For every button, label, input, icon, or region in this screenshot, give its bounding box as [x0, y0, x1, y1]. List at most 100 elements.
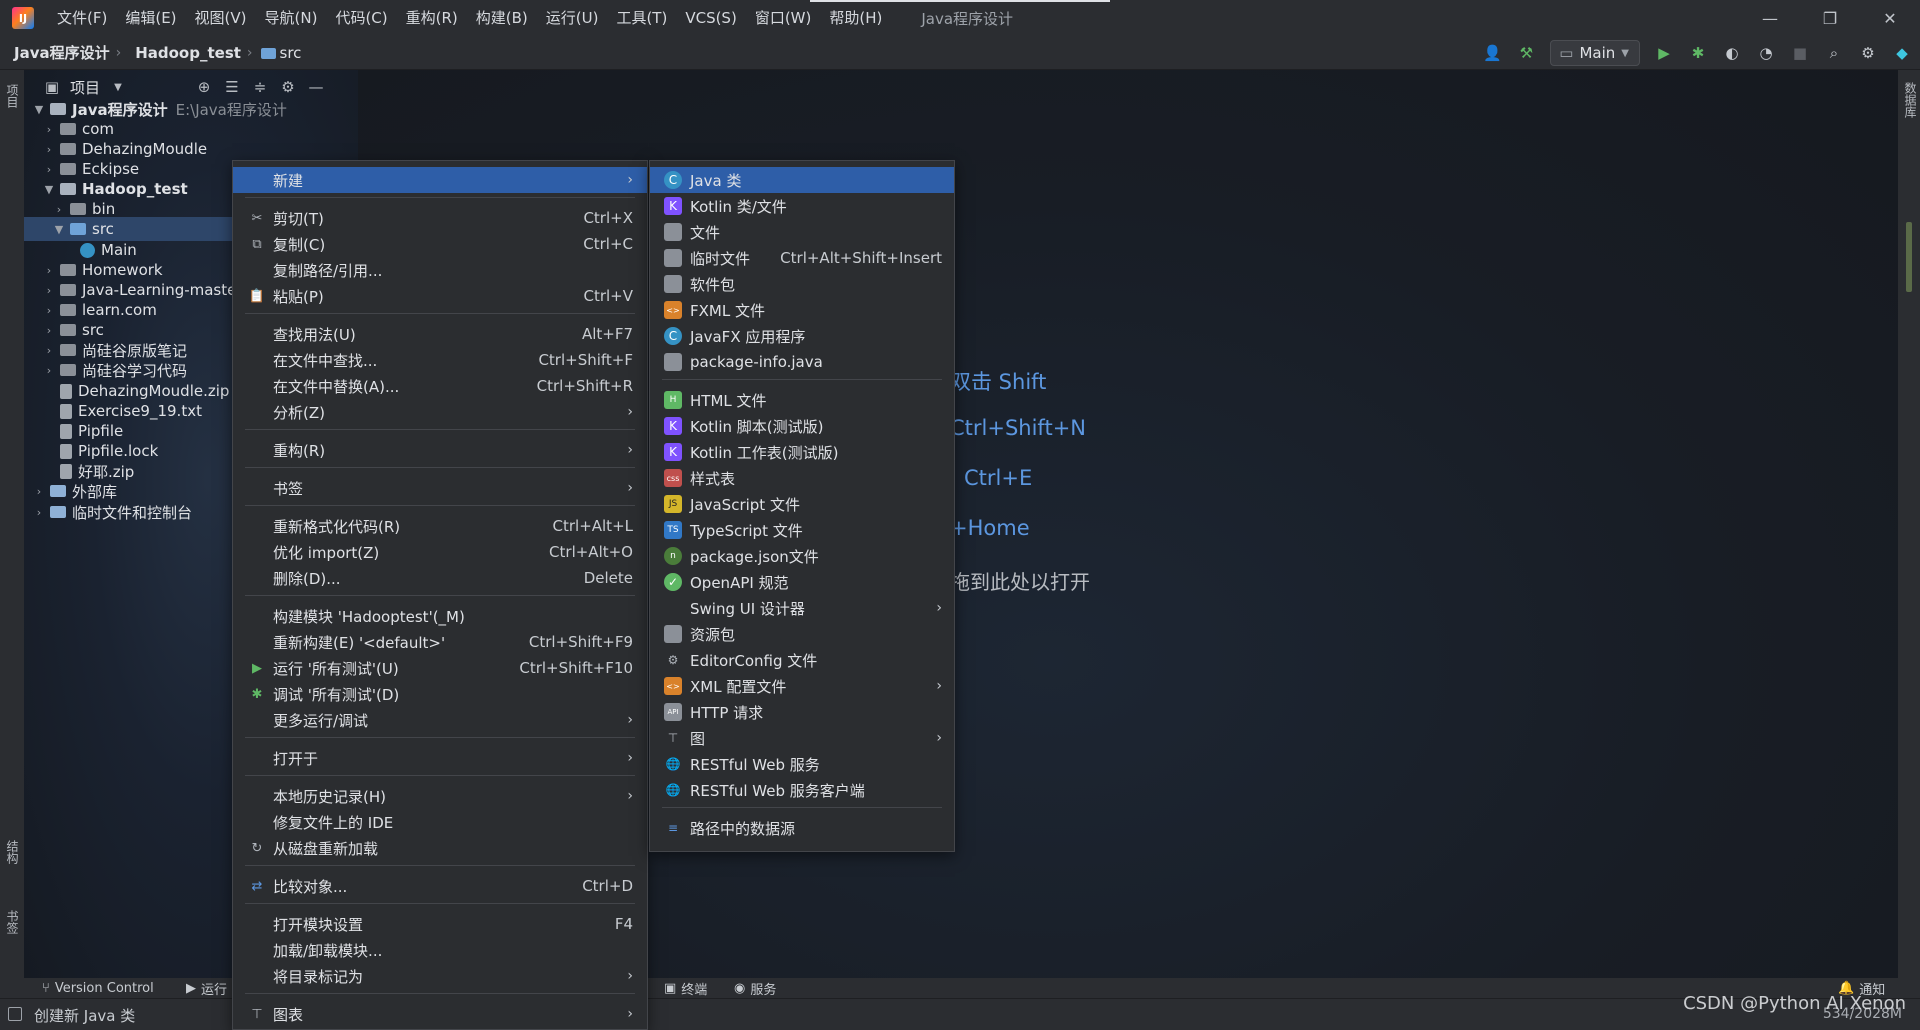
menu-item-delete[interactable]: 删除(D)... Delete	[233, 565, 647, 591]
tool-windows-icon[interactable]	[8, 1007, 22, 1021]
menu-edit[interactable]: 编辑(E)	[116, 0, 185, 36]
new-item-restful-client[interactable]: 🌐 RESTful Web 服务客户端	[650, 777, 954, 803]
menu-item-local-history[interactable]: 本地历史记录(H) ›	[233, 783, 647, 809]
menu-item-optimize-imports[interactable]: 优化 import(Z) Ctrl+Alt+O	[233, 539, 647, 565]
run-icon[interactable]: ▶	[1654, 43, 1674, 63]
new-item-resource-bundle[interactable]: 资源包	[650, 621, 954, 647]
chevron-right-icon[interactable]: ›	[32, 485, 46, 498]
new-item-stylesheet[interactable]: css 样式表	[650, 465, 954, 491]
menu-item-copy-path[interactable]: 复制路径/引用...	[233, 257, 647, 283]
project-view-selector[interactable]: 项目	[70, 77, 100, 98]
breadcrumb-module[interactable]: Hadoop_test	[121, 44, 247, 62]
new-item-java-class[interactable]: C Java 类	[650, 167, 954, 193]
menu-item-module-settings[interactable]: 打开模块设置 F4	[233, 911, 647, 937]
breadcrumb-project[interactable]: Java程序设计	[0, 42, 116, 63]
locate-icon[interactable]: ⊕	[194, 78, 214, 96]
menu-item-rebuild[interactable]: 重新构建(E) '<default>' Ctrl+Shift+F9	[233, 629, 647, 655]
new-item-http-request[interactable]: API HTTP 请求	[650, 699, 954, 725]
menu-navigate[interactable]: 导航(N)	[256, 0, 327, 36]
chevron-right-icon[interactable]: ›	[42, 284, 56, 297]
new-item-xml-config[interactable]: <> XML 配置文件 ›	[650, 673, 954, 699]
restore-button[interactable]: ❐	[1800, 0, 1860, 36]
menu-code[interactable]: 代码(C)	[326, 0, 396, 36]
menu-help[interactable]: 帮助(H)	[820, 0, 891, 36]
new-item-javafx-app[interactable]: C JavaFX 应用程序	[650, 323, 954, 349]
chevron-down-icon[interactable]: ▼	[108, 82, 128, 93]
run-configuration-selector[interactable]: ▭ Main ▼	[1550, 40, 1640, 66]
menu-window[interactable]: 窗口(W)	[746, 0, 821, 36]
menu-item-reload-from-disk[interactable]: ↻ 从磁盘重新加载	[233, 835, 647, 861]
chevron-right-icon[interactable]: ›	[42, 344, 56, 357]
chevron-right-icon[interactable]: ›	[42, 364, 56, 377]
menu-item-refactor[interactable]: 重构(R) ›	[233, 437, 647, 463]
menu-build[interactable]: 构建(B)	[467, 0, 537, 36]
menu-item-cut[interactable]: ✂ 剪切(T) Ctrl+X	[233, 205, 647, 231]
database-tool-button[interactable]: 数据库	[1902, 82, 1919, 118]
new-item-swing-ui-designer[interactable]: Swing UI 设计器 ›	[650, 595, 954, 621]
coverage-icon[interactable]: ◐	[1722, 43, 1742, 63]
menu-item-replace-in-files[interactable]: 在文件中替换(A)... Ctrl+Shift+R	[233, 373, 647, 399]
menu-item-load-unload-modules[interactable]: 加载/卸载模块...	[233, 937, 647, 963]
gear-icon[interactable]: ⚙	[1858, 43, 1878, 63]
debug-icon[interactable]: ✱	[1688, 43, 1708, 63]
new-item-package[interactable]: 软件包	[650, 271, 954, 297]
menu-item-run-all-tests[interactable]: ▶ 运行 '所有测试'(U) Ctrl+Shift+F10	[233, 655, 647, 681]
menu-item-paste[interactable]: 📋 粘贴(P) Ctrl+V	[233, 283, 647, 309]
menu-item-analyze[interactable]: 分析(Z) ›	[233, 399, 647, 425]
menu-item-more-run-debug[interactable]: 更多运行/调试 ›	[233, 707, 647, 733]
stop-icon[interactable]: ■	[1790, 43, 1810, 63]
menu-item-bookmarks[interactable]: 书签 ›	[233, 475, 647, 501]
menu-item-find-in-files[interactable]: 在文件中查找... Ctrl+Shift+F	[233, 347, 647, 373]
menu-item-open-in[interactable]: 打开于 ›	[233, 745, 647, 771]
chevron-right-icon[interactable]: ›	[42, 264, 56, 277]
menu-item-diagrams[interactable]: ⊤ 图表 ›	[233, 1001, 647, 1027]
project-tool-button[interactable]: 项目	[4, 84, 21, 108]
chevron-right-icon[interactable]: ›	[42, 304, 56, 317]
chevron-right-icon[interactable]: ›	[52, 203, 66, 216]
new-item-fxml-file[interactable]: <> FXML 文件	[650, 297, 954, 323]
new-item-kotlin-script[interactable]: K Kotlin 脚本(测试版)	[650, 413, 954, 439]
new-item-kotlin-class[interactable]: K Kotlin 类/文件	[650, 193, 954, 219]
profile-icon[interactable]: ◔	[1756, 43, 1776, 63]
chevron-right-icon[interactable]: ›	[42, 123, 56, 136]
chevron-right-icon[interactable]: ›	[42, 163, 56, 176]
new-item-file[interactable]: 文件	[650, 219, 954, 245]
new-item-html-file[interactable]: H HTML 文件	[650, 387, 954, 413]
terminal-tool-button[interactable]: ▣ 终端	[664, 978, 707, 998]
tree-item-scratches[interactable]: › 临时文件和控制台	[32, 500, 192, 524]
menu-tools[interactable]: 工具(T)	[607, 0, 676, 36]
new-item-diagram[interactable]: ⊤ 图 ›	[650, 725, 954, 751]
new-item-package-json[interactable]: n package.json文件	[650, 543, 954, 569]
menu-item-new[interactable]: 新建 ›	[233, 167, 647, 193]
breadcrumb-src[interactable]: src	[280, 44, 302, 62]
new-item-scratch-file[interactable]: 临时文件 Ctrl+Alt+Shift+Insert	[650, 245, 954, 271]
new-item-kotlin-worksheet[interactable]: K Kotlin 工作表(测试版)	[650, 439, 954, 465]
new-item-data-source-in-path[interactable]: ≡ 路径中的数据源	[650, 815, 954, 841]
services-tool-button[interactable]: ◉ 服务	[734, 978, 776, 998]
close-button[interactable]: ✕	[1860, 0, 1920, 36]
collapse-all-icon[interactable]: ≑	[250, 78, 270, 96]
chevron-right-icon[interactable]: ›	[32, 506, 46, 519]
menu-item-repair-ide[interactable]: 修复文件上的 IDE	[233, 809, 647, 835]
chevron-right-icon[interactable]: ›	[42, 143, 56, 156]
new-item-typescript-file[interactable]: TS TypeScript 文件	[650, 517, 954, 543]
menu-run[interactable]: 运行(U)	[537, 0, 608, 36]
menu-item-mark-directory-as[interactable]: 将目录标记为 ›	[233, 963, 647, 989]
new-item-openapi-spec[interactable]: ✓ OpenAPI 规范	[650, 569, 954, 595]
chevron-down-icon[interactable]: ▼	[52, 223, 66, 236]
menu-file[interactable]: 文件(F)	[48, 0, 116, 36]
menu-item-copy[interactable]: ⧉ 复制(C) Ctrl+C	[233, 231, 647, 257]
chevron-right-icon[interactable]: ›	[42, 324, 56, 337]
bookmarks-tool-button[interactable]: 书签	[4, 910, 21, 934]
menu-item-debug-all-tests[interactable]: ✱ 调试 '所有测试'(D)	[233, 681, 647, 707]
chevron-down-icon[interactable]: ▼	[32, 103, 46, 116]
search-icon[interactable]: ⌕	[1824, 43, 1844, 63]
expand-all-icon[interactable]: ☰	[222, 78, 242, 96]
chevron-down-icon[interactable]: ▼	[42, 183, 56, 196]
new-item-javascript-file[interactable]: JS JavaScript 文件	[650, 491, 954, 517]
jetbrains-toolbox-icon[interactable]: ◆	[1892, 43, 1912, 63]
menu-item-build-module[interactable]: 构建模块 'Hadooptest'(_M)	[233, 603, 647, 629]
run-tool-button[interactable]: ▶ 运行	[186, 978, 227, 998]
version-control-tool-button[interactable]: ⑂ Version Control	[42, 978, 154, 998]
menu-item-compare-with[interactable]: ⇄ 比较对象... Ctrl+D	[233, 873, 647, 899]
